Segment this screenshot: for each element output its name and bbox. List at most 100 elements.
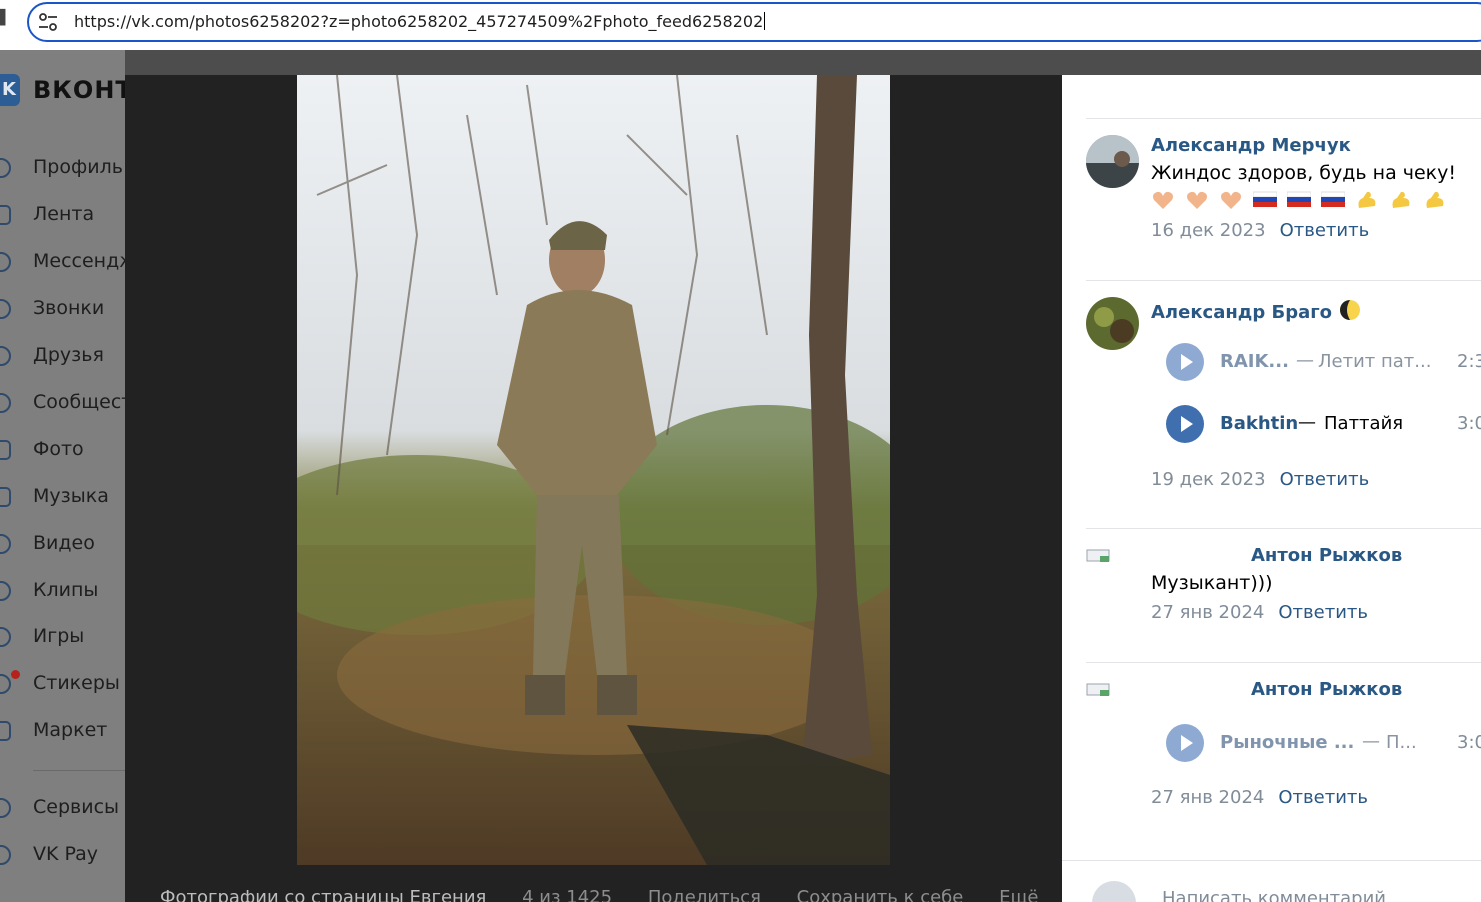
avatar[interactable] <box>1086 135 1139 188</box>
nav-item-video[interactable]: Видео <box>0 529 125 559</box>
nav-item-stickers[interactable]: Стикеры <box>0 669 125 699</box>
save-button[interactable]: Сохранить к себе <box>797 887 964 902</box>
nav-item-market[interactable]: Маркет <box>0 716 125 746</box>
video-icon <box>0 534 11 554</box>
market-icon <box>0 721 11 741</box>
reply-button[interactable]: Ответить <box>1278 602 1368 623</box>
comment-author[interactable]: Антон Рыжков <box>1251 679 1402 700</box>
viewer-footer: Фотографии со страницы Евгения 4 из 1425… <box>160 887 1069 902</box>
reply-button[interactable]: Ответить <box>1278 787 1368 808</box>
track-duration: 3:0 <box>1457 413 1481 434</box>
vk-brand[interactable]: ВКОНТ <box>33 76 133 104</box>
album-title[interactable]: Фотографии со страницы Евгения <box>160 887 486 902</box>
site-settings-icon[interactable] <box>38 12 58 32</box>
nav-label: Музыка <box>33 485 109 507</box>
play-icon[interactable] <box>1166 724 1204 762</box>
comment-author[interactable]: Антон Рыжков <box>1251 545 1402 566</box>
nav-item-services[interactable]: Сервисы <box>0 793 125 823</box>
dimmed-header-strip <box>0 50 1481 75</box>
nav-label: Друзья <box>33 344 104 366</box>
music-icon <box>0 487 11 507</box>
comment-author[interactable]: Александр Браго <box>1151 298 1362 323</box>
nav-label: VK Pay <box>33 843 98 865</box>
comment-meta: 16 дек 2023 Ответить <box>1151 220 1369 241</box>
share-button[interactable]: Поделиться <box>648 887 761 902</box>
nav-label: Профиль <box>33 156 123 178</box>
comment-author[interactable]: Александр Мерчук <box>1151 135 1351 156</box>
communities-icon <box>0 393 11 413</box>
nav-item-messenger[interactable]: Мессендж <box>0 247 136 277</box>
audio-track[interactable]: Bakhtin — Паттайя 3:0 <box>1166 405 1481 445</box>
comment-date[interactable]: 27 янв 2024 <box>1151 602 1264 623</box>
heart-hands-emoji-icon <box>1185 188 1209 212</box>
nav-item-profile[interactable]: Профиль <box>0 153 125 183</box>
comment-date[interactable]: 27 янв 2024 <box>1151 787 1264 808</box>
track-separator: — <box>1362 731 1380 752</box>
nav-label: Фото <box>33 438 84 460</box>
nav-item-clips[interactable]: Клипы <box>0 576 125 606</box>
clips-icon <box>0 581 11 601</box>
heart-hands-emoji-icon <box>1219 188 1243 212</box>
nav-item-photo[interactable]: Фото <box>0 435 125 465</box>
divider <box>1086 528 1481 529</box>
photo-image[interactable] <box>297 75 890 865</box>
flexed-biceps-icon <box>1389 188 1413 212</box>
comment-meta: 19 дек 2023 Ответить <box>1151 469 1369 490</box>
nav-item-vkpay[interactable]: VK Pay <box>0 840 125 870</box>
nav-label: Игры <box>33 625 85 647</box>
stickers-icon <box>0 674 11 694</box>
vk-logo-icon[interactable]: K <box>0 74 20 106</box>
comment-input[interactable]: Написать комментарий <box>1162 888 1386 902</box>
track-separator: — <box>1298 412 1316 433</box>
nav-label: Маркет <box>33 719 108 741</box>
left-navigation: K ВКОНТ Профиль Лента Мессендж Звонки Др… <box>0 50 136 902</box>
nav-item-feed[interactable]: Лента <box>0 200 125 230</box>
flexed-biceps-icon <box>1423 188 1447 212</box>
nav-label: Мессендж <box>33 250 137 272</box>
comments-panel: Александр Мерчук Жиндос здоров, будь на … <box>1062 75 1481 902</box>
photo-viewer: Фотографии со страницы Евгения 4 из 1425… <box>125 75 1062 902</box>
track-artist[interactable]: RAIK... <box>1220 351 1289 372</box>
play-icon[interactable] <box>1166 405 1204 443</box>
track-artist[interactable]: Bakhtin <box>1220 413 1298 434</box>
services-icon <box>0 798 11 818</box>
vk-page: K ВКОНТ Профиль Лента Мессендж Звонки Др… <box>0 50 1481 902</box>
nav-item-calls[interactable]: Звонки <box>0 294 125 324</box>
reply-button[interactable]: Ответить <box>1280 469 1370 490</box>
play-icon[interactable] <box>1166 343 1204 381</box>
divider <box>1086 118 1481 119</box>
nav-item-communities[interactable]: Сообщест <box>0 388 132 418</box>
nav-item-music[interactable]: Музыка <box>0 482 125 512</box>
heart-hands-emoji-icon <box>1151 188 1175 212</box>
track-separator: — <box>1296 350 1314 371</box>
track-artist[interactable]: Рыночные ... <box>1220 732 1354 753</box>
avatar[interactable] <box>1086 297 1139 350</box>
track-duration: 2:3 <box>1457 351 1481 372</box>
more-button[interactable]: Ещё <box>999 887 1038 902</box>
audio-track[interactable]: Рыночные ... — П... 3:0 <box>1166 724 1481 764</box>
author-name[interactable]: Александр Браго <box>1151 302 1332 323</box>
nav-label: Видео <box>33 532 95 554</box>
comment-date[interactable]: 16 дек 2023 <box>1151 220 1266 241</box>
comment-text: Музыкант))) <box>1151 572 1273 594</box>
comment-text: Жиндос здоров, будь на чеку! <box>1151 162 1457 184</box>
comment-composer: Написать комментарий <box>1062 860 1481 902</box>
friends-icon <box>0 346 11 366</box>
broken-avatar-icon[interactable] <box>1086 547 1112 565</box>
nav-item-friends[interactable]: Друзья <box>0 341 125 371</box>
notification-dot <box>11 670 20 679</box>
vkpay-icon <box>0 845 11 865</box>
comment-meta: 27 янв 2024 Ответить <box>1151 602 1368 623</box>
broken-avatar-icon[interactable] <box>1086 681 1112 699</box>
russia-flag-icon <box>1252 188 1278 212</box>
moon-emoji-icon <box>1340 300 1361 320</box>
comment-date[interactable]: 19 дек 2023 <box>1151 469 1266 490</box>
browser-address-bar: ▌ https://vk.com/photos6258202?z=photo62… <box>0 0 1481 50</box>
feed-icon <box>0 205 11 225</box>
audio-track[interactable]: RAIK... — Летит пат... 2:3 <box>1166 343 1481 383</box>
reply-button[interactable]: Ответить <box>1280 220 1370 241</box>
url-text[interactable]: https://vk.com/photos6258202?z=photo6258… <box>74 12 765 31</box>
avatar-image <box>1086 297 1139 350</box>
divider <box>1086 280 1481 281</box>
nav-item-games[interactable]: Игры <box>0 622 125 652</box>
